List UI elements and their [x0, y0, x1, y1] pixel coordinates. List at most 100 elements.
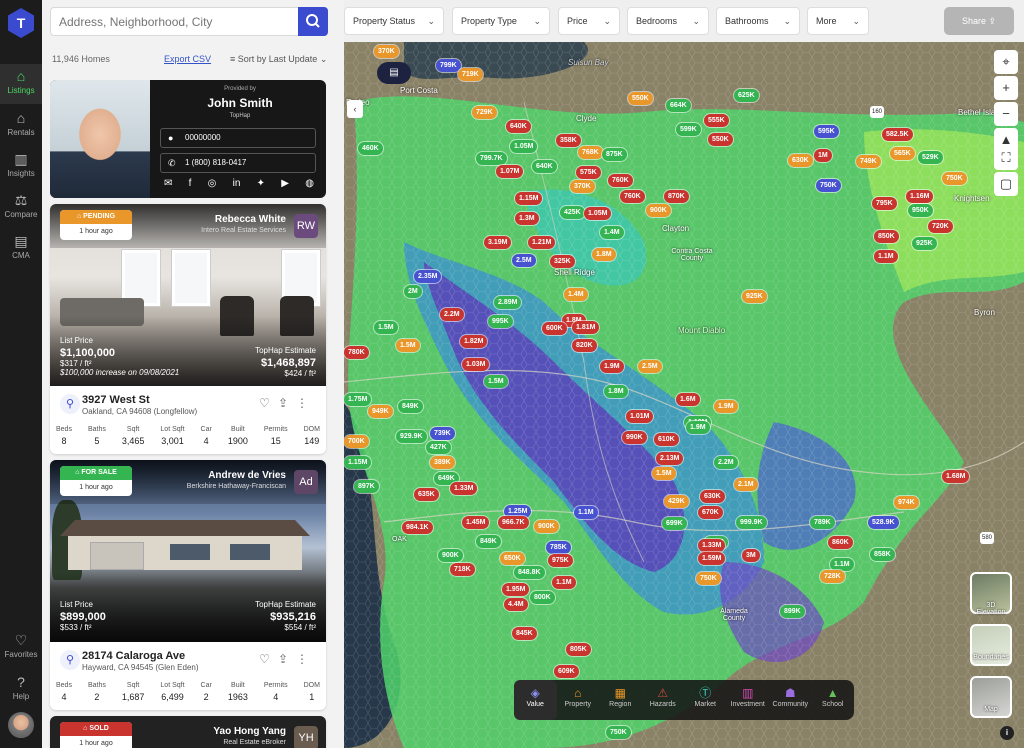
listing-card[interactable]: ⌂ SOLD 1 hour ago Yao Hong Yang Real Est…	[50, 716, 326, 748]
layer-investment[interactable]: ▥ Investment	[727, 680, 770, 720]
price-pin[interactable]: 699K	[662, 517, 687, 530]
price-pin[interactable]: 550K	[708, 133, 733, 146]
listing-photo[interactable]: ⌂ PENDING 1 hour ago Rebecca White Inter…	[50, 204, 326, 386]
price-pin[interactable]: 1.15M	[344, 456, 372, 469]
price-pin[interactable]: 768K	[578, 146, 603, 159]
price-pin[interactable]: 1.9M	[686, 421, 710, 434]
price-pin[interactable]: 640K	[506, 120, 531, 133]
price-pin[interactable]: 750K	[816, 179, 841, 192]
price-pin[interactable]: 2.1M	[734, 478, 758, 491]
price-pin[interactable]: 599K	[676, 123, 701, 136]
price-pin[interactable]: 460K	[358, 142, 383, 155]
nav-cma[interactable]: ▤ CMA	[0, 229, 42, 269]
price-pin[interactable]: 950K	[908, 204, 933, 217]
filter-bedrooms[interactable]: Bedrooms ⌄	[627, 7, 709, 35]
price-pin[interactable]: 800K	[530, 591, 555, 604]
filter-property-type[interactable]: Property Type ⌄	[452, 7, 550, 35]
price-pin[interactable]: 849K	[476, 535, 501, 548]
price-pin[interactable]: 609K	[554, 665, 579, 678]
boundaries-button[interactable]: Boundaries	[970, 624, 1012, 666]
price-pin[interactable]: 1.6M	[676, 393, 700, 406]
share-icon[interactable]: ⇪	[278, 396, 296, 410]
legend-toggle[interactable]: ▤	[377, 62, 411, 84]
locate-button[interactable]: ⌖	[994, 50, 1018, 74]
price-pin[interactable]: 845K	[512, 627, 537, 640]
price-pin[interactable]: 1.5M	[484, 375, 508, 388]
price-pin[interactable]: 630K	[788, 154, 813, 167]
heart-icon[interactable]: ♡	[259, 396, 278, 410]
price-pin[interactable]: 995K	[488, 315, 513, 328]
price-pin[interactable]: 899K	[780, 605, 805, 618]
price-pin[interactable]: 858K	[870, 548, 895, 561]
website-icon[interactable]: ◍	[305, 178, 314, 189]
price-pin[interactable]: 728K	[820, 570, 845, 583]
price-pin[interactable]: 799.7K	[476, 152, 507, 165]
price-pin[interactable]: 750K	[606, 726, 631, 739]
price-pin[interactable]: 999.9K	[736, 516, 767, 529]
price-pin[interactable]: 925K	[742, 290, 767, 303]
share-button[interactable]: Share ⇪	[944, 7, 1014, 35]
price-pin[interactable]: 1.59M	[698, 552, 726, 565]
price-pin[interactable]: 870K	[664, 190, 689, 203]
layer-school[interactable]: ▲ School	[812, 680, 855, 720]
price-pin[interactable]: 1.05M	[510, 140, 538, 153]
price-pin[interactable]: 370K	[570, 180, 595, 193]
nav-compare[interactable]: ⚖ Compare	[0, 188, 42, 228]
price-pin[interactable]: 1.07M	[496, 165, 524, 178]
price-pin[interactable]: 1.16M	[906, 190, 934, 203]
price-pin[interactable]: 370K	[374, 45, 399, 58]
price-pin[interactable]: 789K	[810, 516, 835, 529]
price-pin[interactable]: 897K	[354, 480, 379, 493]
user-avatar[interactable]	[8, 712, 34, 738]
nav-favorites[interactable]: ♡ Favorites	[0, 628, 42, 668]
price-pin[interactable]: 780K	[344, 346, 369, 359]
price-pin[interactable]: 2.35M	[414, 270, 442, 283]
price-pin[interactable]: 795K	[872, 197, 897, 210]
price-pin[interactable]: 2.5M	[638, 360, 662, 373]
price-pin[interactable]: 1.21M	[528, 236, 556, 249]
price-pin[interactable]: 900K	[646, 204, 671, 217]
nav-rentals[interactable]: ⌂ Rentals	[0, 106, 42, 146]
price-pin[interactable]: 670K	[698, 506, 723, 519]
price-pin[interactable]: 1.82M	[460, 335, 488, 348]
location-pin-icon[interactable]: ⚲	[60, 394, 80, 414]
price-pin[interactable]: 1.75M	[344, 393, 372, 406]
3d-elevation-button[interactable]: 3D Elevation	[970, 572, 1012, 616]
price-pin[interactable]: 1.4M	[600, 226, 624, 239]
price-pin[interactable]: 760K	[620, 190, 645, 203]
price-pin[interactable]: 1.1M	[574, 506, 598, 519]
price-pin[interactable]: 630K	[700, 490, 725, 503]
search-button[interactable]	[298, 7, 328, 36]
layer-community[interactable]: ☗ Community	[769, 680, 812, 720]
price-pin[interactable]: 848.8K	[514, 566, 545, 579]
nav-insights[interactable]: ▥ Insights	[0, 147, 42, 187]
nav-listings[interactable]: ⌂ Listings	[0, 64, 42, 104]
price-pin[interactable]: 425K	[560, 206, 585, 219]
price-pin[interactable]: 2.89M	[494, 296, 522, 309]
listing-card[interactable]: ⌂ PENDING 1 hour ago Rebecca White Inter…	[50, 204, 326, 454]
listing-card[interactable]: ⌂ FOR SALE 1 hour ago Andrew de Vries Be…	[50, 460, 326, 710]
price-pin[interactable]: 805K	[566, 643, 591, 656]
filter-bathrooms[interactable]: Bathrooms ⌄	[716, 7, 800, 35]
price-pin[interactable]: 595K	[814, 125, 839, 138]
price-pin[interactable]: 358K	[556, 134, 581, 147]
price-pin[interactable]: 1M	[814, 149, 832, 162]
map-canvas[interactable]: Port Costa Rodeo Clyde Suisun Bay Clayto…	[344, 42, 1024, 748]
filter-more[interactable]: More ⌄	[807, 7, 869, 35]
price-pin[interactable]: 2.2M	[440, 308, 464, 321]
price-pin[interactable]: 1.1M	[552, 576, 576, 589]
price-pin[interactable]: 1.5M	[374, 321, 398, 334]
sort-dropdown[interactable]: ≡ Sort by Last Update ⌄	[230, 54, 327, 65]
facebook-icon[interactable]: f	[189, 178, 192, 189]
price-pin[interactable]: 528.9K	[868, 516, 899, 529]
price-pin[interactable]: 2M	[404, 285, 422, 298]
price-pin[interactable]: 949K	[368, 405, 393, 418]
price-pin[interactable]: 1.95M	[502, 583, 530, 596]
linkedin-icon[interactable]: in	[233, 178, 241, 189]
price-pin[interactable]: 1.3M	[515, 212, 539, 225]
zoom-out-button[interactable]: −	[994, 102, 1018, 126]
price-pin[interactable]: 427K	[426, 441, 451, 454]
price-pin[interactable]: 1.81M	[572, 321, 600, 334]
price-pin[interactable]: 2.2M	[714, 456, 738, 469]
price-pin[interactable]: 635K	[414, 488, 439, 501]
